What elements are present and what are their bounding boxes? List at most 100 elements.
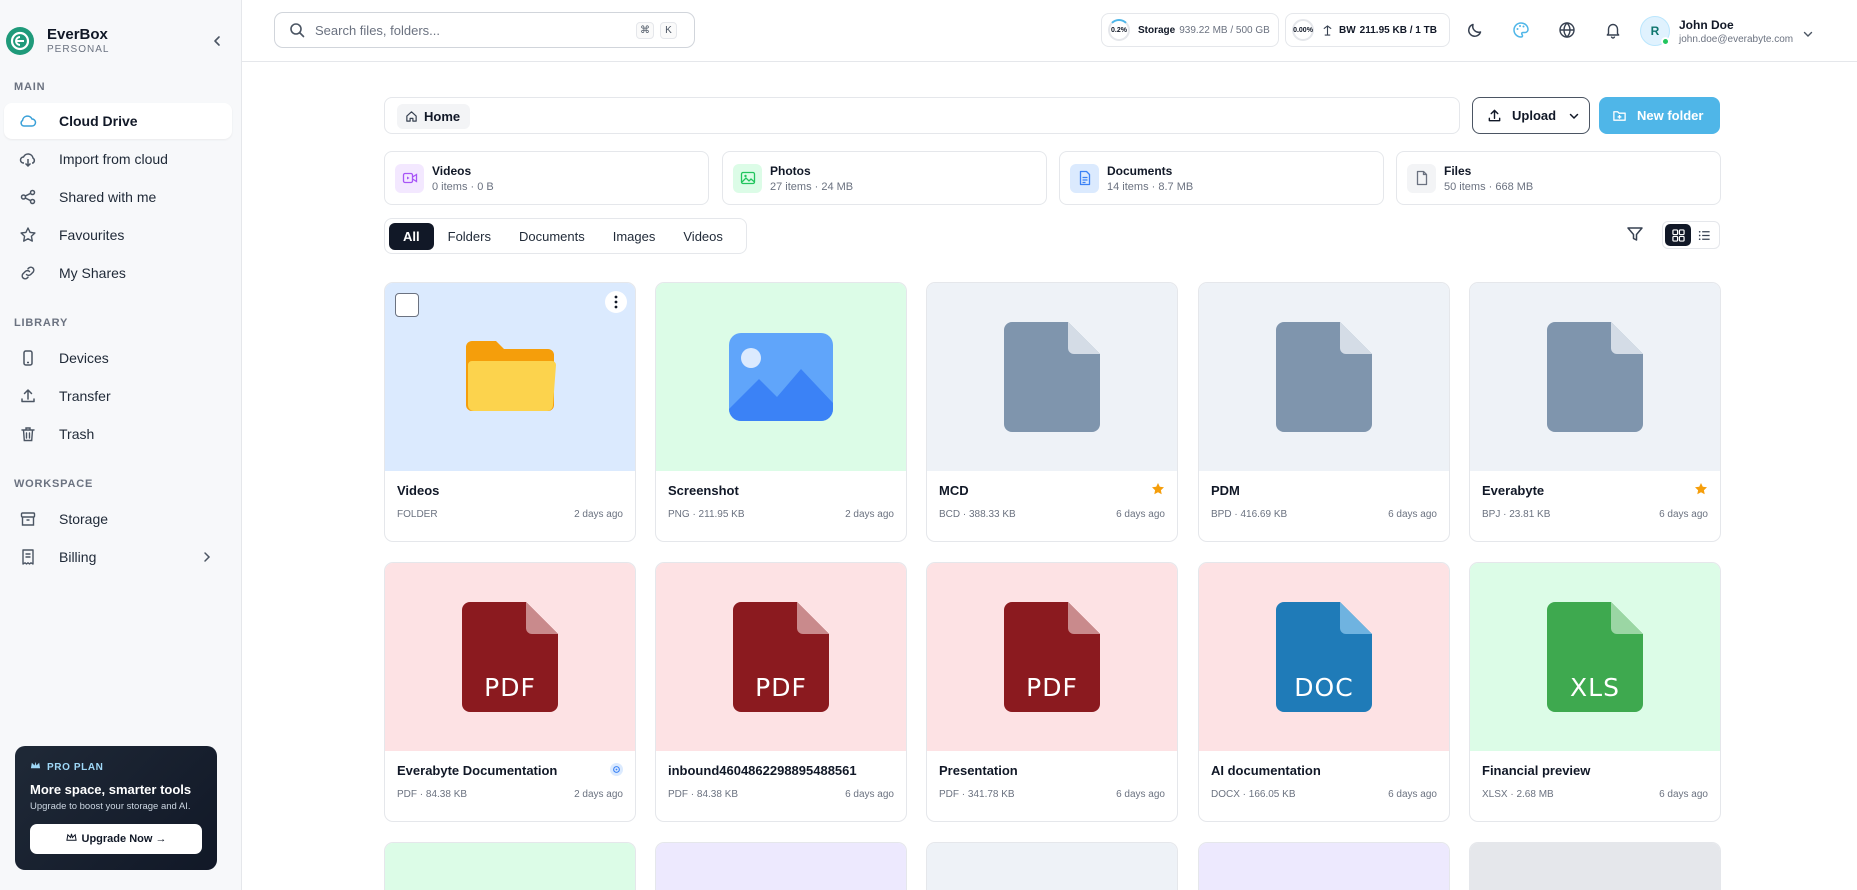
sidebar-item-my-shares[interactable]: My Shares	[4, 255, 232, 291]
file-card[interactable]: PDM BPD · 416.69 KB 6 days ago	[1198, 282, 1450, 542]
category-title: Documents	[1107, 163, 1173, 178]
sidebar-item-devices[interactable]: Devices	[4, 340, 232, 376]
file-card[interactable]	[384, 842, 636, 890]
file-type-label: PDF	[1026, 673, 1078, 702]
new-folder-button[interactable]: New folder	[1599, 97, 1720, 134]
sidebar-item-billing[interactable]: Billing	[4, 539, 232, 575]
file-meta: Financial preview XLSX · 2.68 MB 6 days …	[1470, 751, 1720, 821]
breadcrumb-home-label: Home	[424, 109, 461, 124]
pdf-file-icon: PDF	[1004, 602, 1100, 712]
shortcut-key-k: K	[660, 22, 677, 39]
sidebar-item-cloud-drive[interactable]: Cloud Drive	[4, 103, 232, 139]
category-card-files[interactable]: Files 50 items · 668 MB	[1396, 151, 1721, 205]
section-label-workspace: WORKSPACE	[14, 478, 94, 490]
everbox-logo-icon	[6, 27, 34, 55]
file-card[interactable]: PDF Presentation PDF · 341.78 KB 6 days …	[926, 562, 1178, 822]
file-type-label: XLS	[1570, 673, 1620, 702]
sidebar-item-trash[interactable]: Trash	[4, 416, 232, 452]
file-card[interactable]: Everabyte BPJ · 23.81 KB 6 days ago	[1469, 282, 1721, 542]
app-root: EverBox PERSONAL MAIN Cloud Drive Import…	[0, 0, 1857, 890]
storage-value: 939.22 MB / 500 GB	[1179, 24, 1270, 36]
collapse-sidebar-icon[interactable]	[209, 33, 225, 49]
pdf-file-icon: PDF	[733, 602, 829, 712]
category-title: Files	[1444, 163, 1472, 178]
sidebar-item-storage[interactable]: Storage	[4, 501, 232, 537]
category-card-photos[interactable]: Photos 27 items · 24 MB	[722, 151, 1047, 205]
avatar: R	[1640, 16, 1670, 46]
grid-view-icon[interactable]	[1665, 224, 1691, 246]
chevron-down-icon[interactable]	[1802, 27, 1814, 39]
server-icon	[1322, 24, 1333, 36]
more-options-icon[interactable]	[605, 291, 627, 313]
sidebar-item-label: Devices	[59, 350, 109, 366]
file-details: PDF · 84.38 KB	[397, 789, 468, 800]
file-thumbnail	[656, 283, 906, 471]
storage-usage-chip[interactable]: 0.2% Storage 939.22 MB / 500 GB	[1101, 13, 1279, 47]
theme-moon-icon[interactable]	[1465, 20, 1485, 40]
file-card[interactable]: DOC AI documentation DOCX · 166.05 KB 6 …	[1198, 562, 1450, 822]
tab-documents[interactable]: Documents	[505, 223, 599, 250]
sidebar-item-label: Favourites	[59, 227, 125, 243]
filter-icon[interactable]	[1625, 224, 1645, 244]
bandwidth-usage-chip[interactable]: 0.00% BW 211.95 KB / 1 TB	[1285, 13, 1450, 47]
star-filled-icon[interactable]	[1151, 482, 1165, 496]
list-view-icon[interactable]	[1691, 224, 1717, 246]
sidebar-item-label: Shared with me	[59, 189, 157, 205]
file-card[interactable]	[1469, 842, 1721, 890]
file-card[interactable]: PDF inbound4604862298895488561 PDF · 84.…	[655, 562, 907, 822]
image-icon	[729, 333, 833, 421]
star-filled-icon[interactable]	[1694, 482, 1708, 496]
palette-icon[interactable]	[1511, 20, 1531, 40]
file-card[interactable]	[1198, 842, 1450, 890]
tab-all[interactable]: All	[389, 222, 434, 250]
breadcrumb-home[interactable]: Home	[397, 104, 471, 129]
file-thumbnail: PDF	[385, 563, 635, 751]
upload-button[interactable]: Upload	[1472, 97, 1590, 134]
folder-icon	[466, 341, 556, 411]
file-card[interactable]: XLS Financial preview XLSX · 2.68 MB 6 d…	[1469, 562, 1721, 822]
file-icon	[1407, 163, 1436, 193]
file-thumbnail	[1199, 843, 1449, 890]
file-card[interactable]: PDF Everabyte Documentation PDF · 84.38 …	[384, 562, 636, 822]
cloud-import-icon	[19, 150, 37, 168]
device-icon	[19, 349, 37, 367]
tab-folders[interactable]: Folders	[434, 223, 505, 250]
file-meta: PDM BPD · 416.69 KB 6 days ago	[1199, 471, 1449, 541]
sidebar-item-transfer[interactable]: Transfer	[4, 378, 232, 414]
sidebar-item-import-from-cloud[interactable]: Import from cloud	[4, 141, 232, 177]
search-placeholder: Search files, folders...	[315, 22, 440, 38]
folder-card[interactable]: Videos FOLDER 2 days ago	[384, 282, 636, 542]
file-thumbnail	[1470, 283, 1720, 471]
generic-file-icon	[1276, 322, 1372, 432]
tab-images[interactable]: Images	[599, 223, 670, 250]
select-checkbox[interactable]	[395, 293, 419, 317]
file-card[interactable]	[655, 842, 907, 890]
file-card[interactable]	[926, 842, 1178, 890]
brand[interactable]: EverBox PERSONAL	[6, 26, 109, 56]
file-date: 2 days ago	[574, 789, 623, 800]
file-card[interactable]: MCD BCD · 388.33 KB 6 days ago	[926, 282, 1178, 542]
pro-plan-tag: PRO PLAN	[47, 761, 104, 773]
sidebar-item-shared-with-me[interactable]: Shared with me	[4, 179, 232, 215]
globe-icon[interactable]	[1557, 20, 1577, 40]
bell-icon[interactable]	[1603, 20, 1623, 40]
breadcrumb: Home	[384, 97, 1460, 134]
category-card-videos[interactable]: Videos 0 items · 0 B	[384, 151, 709, 205]
category-stats: 14 items · 8.7 MB	[1107, 180, 1194, 193]
user-menu[interactable]: R John Doe john.doe@everabyte.com	[1640, 16, 1793, 46]
file-date: 6 days ago	[1659, 509, 1708, 520]
section-label-main: MAIN	[14, 81, 46, 93]
upgrade-now-button[interactable]: Upgrade Now →	[30, 824, 202, 854]
cloud-icon	[19, 112, 37, 130]
file-card[interactable]: Screenshot PNG · 211.95 KB 2 days ago	[655, 282, 907, 542]
sidebar-item-label: My Shares	[59, 265, 126, 281]
file-thumbnail	[1199, 283, 1449, 471]
archive-icon	[19, 510, 37, 528]
sidebar-item-favourites[interactable]: Favourites	[4, 217, 232, 253]
tab-videos[interactable]: Videos	[669, 223, 737, 250]
plan-label: PERSONAL	[47, 44, 110, 55]
category-card-documents[interactable]: Documents 14 items · 8.7 MB	[1059, 151, 1384, 205]
file-thumbnail: DOC	[1199, 563, 1449, 751]
search-input[interactable]: Search files, folders... ⌘ K	[274, 12, 695, 48]
sidebar-item-label: Storage	[59, 511, 109, 527]
